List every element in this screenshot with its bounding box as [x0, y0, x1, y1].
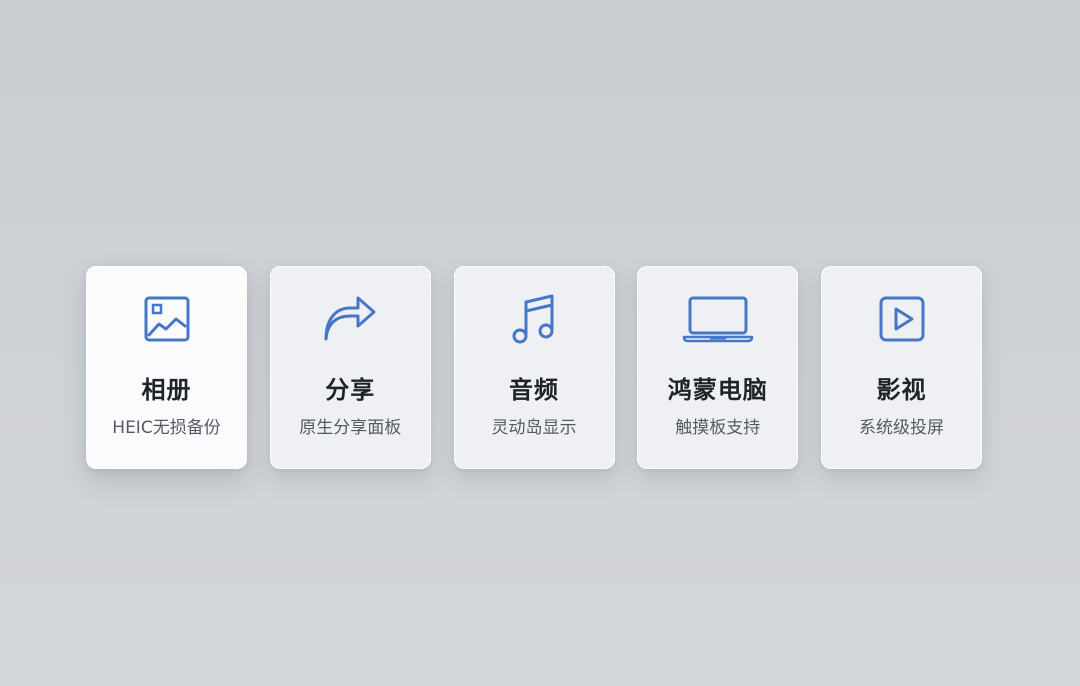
feature-card-photos[interactable]: 相册 HEIC无损备份	[86, 266, 247, 469]
play-icon	[822, 293, 981, 345]
feature-card-harmony-pc[interactable]: 鸿蒙电脑 触摸板支持	[637, 266, 799, 469]
card-title: 相册	[141, 376, 192, 404]
card-subtitle: HEIC无损备份	[112, 418, 221, 438]
card-title: 音频	[509, 376, 559, 404]
card-title: 影视	[876, 376, 927, 404]
music-note-icon	[455, 293, 614, 345]
card-subtitle: 系统级投屏	[859, 418, 944, 438]
feature-card-audio[interactable]: 音频 灵动岛显示	[453, 266, 615, 469]
feature-card-row: 相册 HEIC无损备份 分享 原生分享面板 音频 灵动岛显示 鸿蒙电脑 触摸板支…	[86, 266, 982, 469]
card-subtitle: 灵动岛显示	[491, 418, 577, 438]
card-title: 鸿蒙电脑	[667, 376, 768, 404]
card-title: 分享	[325, 376, 376, 404]
feature-card-share[interactable]: 分享 原生分享面板	[269, 266, 431, 469]
laptop-icon	[638, 293, 797, 345]
feature-card-video[interactable]: 影视 系统级投屏	[821, 266, 982, 469]
share-arrow-icon	[271, 293, 430, 345]
image-icon	[87, 293, 246, 345]
card-subtitle: 触摸板支持	[675, 418, 761, 438]
card-subtitle: 原生分享面板	[299, 418, 402, 438]
